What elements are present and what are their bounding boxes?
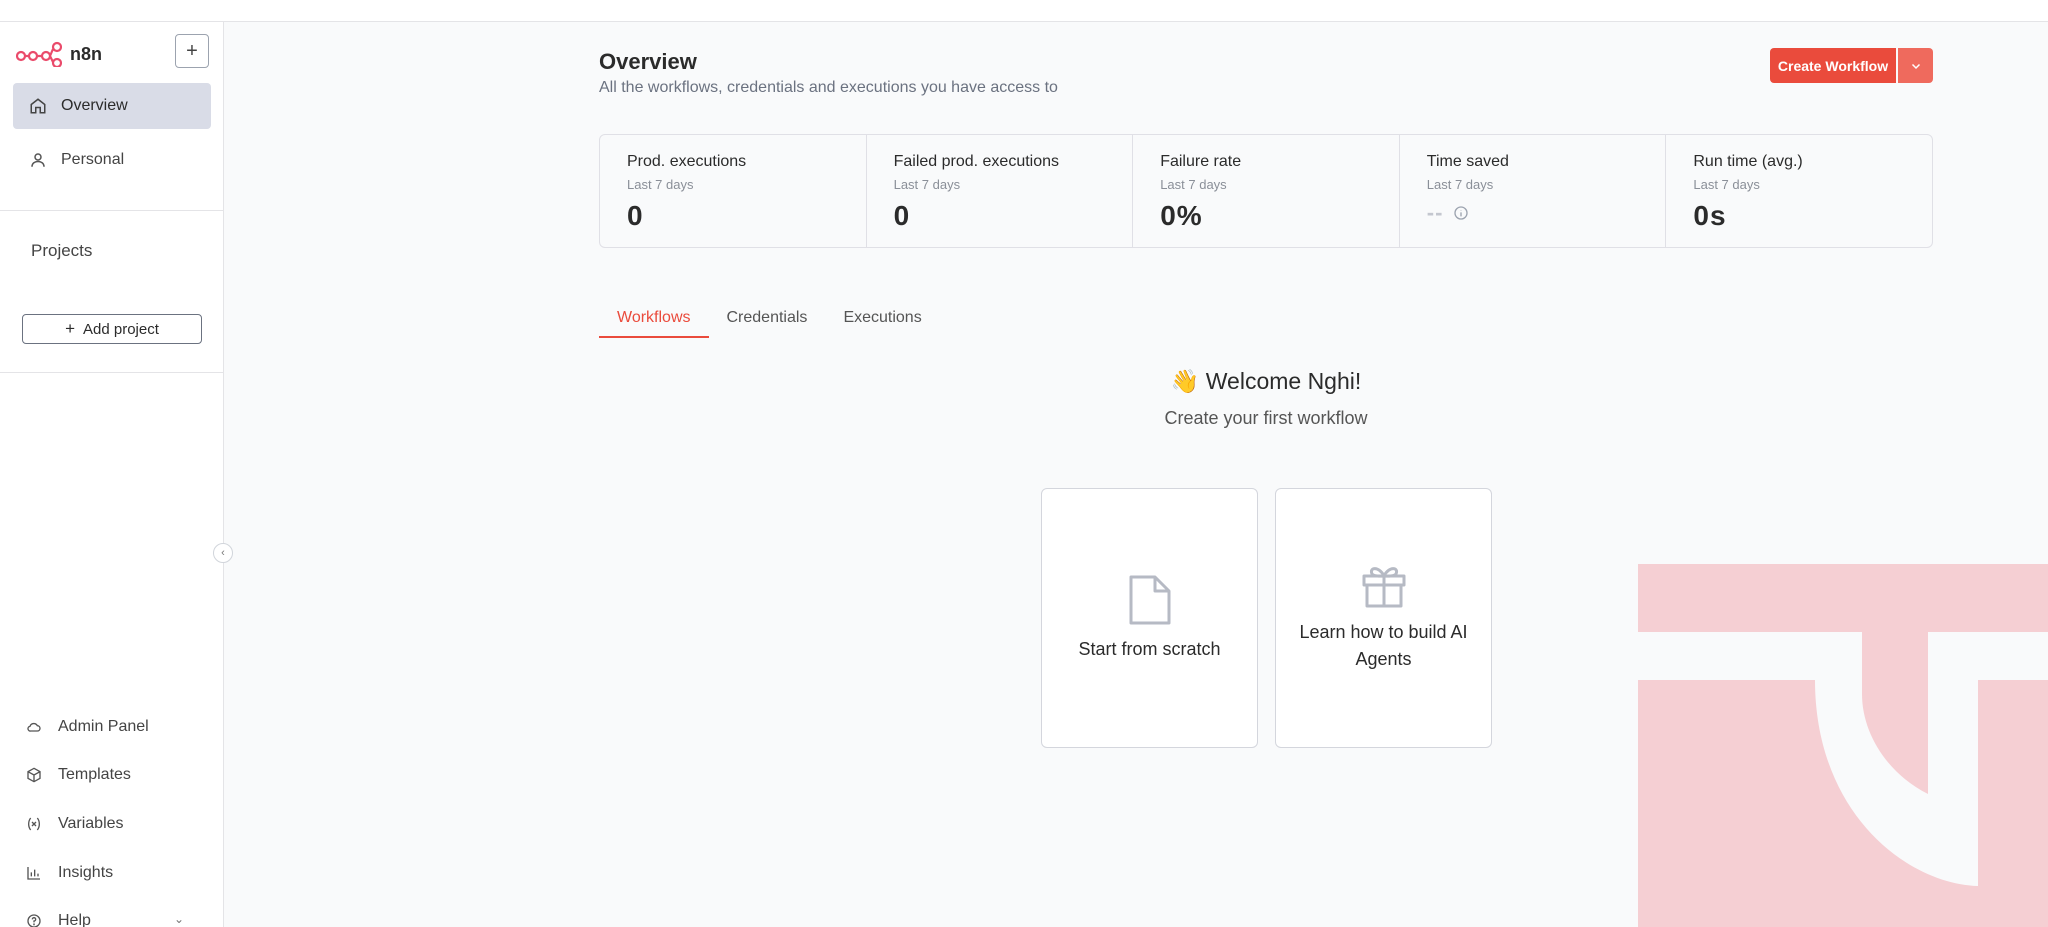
stat-label: Time saved: [1426, 153, 1509, 170]
stat-time-saved[interactable]: Time saved Last 7 days --: [1400, 135, 1667, 247]
stat-failed-prod-executions[interactable]: Failed prod. executions Last 7 days 0: [867, 135, 1134, 247]
info-icon[interactable]: [1453, 205, 1469, 221]
add-project-label: Add project: [83, 320, 159, 338]
app-name: n8n: [70, 43, 103, 64]
plus-icon: +: [65, 319, 76, 338]
file-icon: [1129, 575, 1170, 624]
card-label: Learn how to build AI Agents: [1299, 622, 1468, 669]
tab-workflows[interactable]: Workflows: [599, 306, 709, 338]
sidebar-item-variables[interactable]: Variables: [26, 812, 124, 836]
create-workflow-button[interactable]: Create Workflow: [1770, 48, 1896, 83]
sidebar: n8n + Overview Personal Projects + Add p…: [0, 22, 233, 927]
learn-ai-agents-card[interactable]: Learn how to build AI Agents: [1275, 488, 1492, 748]
stat-value: 0s: [1693, 200, 1727, 231]
create-workflow-dropdown[interactable]: [1898, 48, 1933, 83]
cloud-icon: [27, 722, 41, 732]
chevron-down-icon[interactable]: ⌄: [174, 912, 184, 926]
stat-label: Failure rate: [1160, 153, 1242, 170]
gift-icon: [1362, 567, 1405, 608]
card-label: Start from scratch: [1078, 638, 1221, 659]
page-subtitle: All the workflows, credentials and execu…: [599, 79, 1058, 96]
stat-value: --: [1426, 200, 1444, 225]
chevron-left-icon: ‹: [221, 547, 225, 559]
stat-period: Last 7 days: [893, 177, 961, 192]
stat-period: Last 7 days: [1693, 177, 1760, 192]
stat-period: Last 7 days: [627, 177, 694, 192]
welcome-title: Welcome Nghi!: [1205, 368, 1362, 394]
page-title: Overview: [599, 49, 697, 74]
tab-credentials[interactable]: Credentials: [709, 306, 826, 338]
home-icon: [30, 98, 46, 114]
sidebar-item-label: Templates: [58, 766, 131, 783]
user-icon: [31, 153, 45, 167]
sidebar-item-label: Insights: [58, 864, 114, 881]
stat-value: 0: [893, 200, 911, 231]
chart-icon: [27, 867, 40, 880]
tab-executions[interactable]: Executions: [825, 306, 939, 338]
stat-period: Last 7 days: [1426, 177, 1494, 192]
projects-heading: Projects: [31, 241, 93, 260]
start-from-scratch-card[interactable]: Start from scratch: [1041, 488, 1258, 748]
stat-prod-executions[interactable]: Prod. executions Last 7 days 0: [600, 135, 867, 247]
welcome-heading: 👋 Welcome Nghi!: [1000, 368, 1532, 395]
create-button[interactable]: +: [175, 34, 209, 68]
tab-bar: Workflows Credentials Executions: [599, 306, 940, 340]
sidebar-item-insights[interactable]: Insights: [26, 861, 113, 885]
sidebar-item-label: Help: [58, 912, 91, 927]
sidebar-item-overview[interactable]: Overview: [13, 83, 211, 129]
sidebar-item-label: Overview: [61, 97, 128, 114]
watermark-logo-icon: [1638, 564, 2048, 927]
collapse-sidebar-button[interactable]: ‹: [213, 543, 233, 563]
add-project-button[interactable]: + Add project: [22, 314, 202, 344]
divider: [0, 210, 223, 211]
sidebar-item-templates[interactable]: Templates: [26, 763, 131, 787]
sidebar-item-label: Admin Panel: [58, 718, 149, 735]
help-icon: [27, 914, 41, 927]
stat-value: 0: [627, 200, 644, 231]
box-icon: [27, 767, 41, 783]
sidebar-item-label: Variables: [58, 815, 124, 832]
sidebar-item-help[interactable]: Help: [26, 909, 91, 927]
stat-failure-rate[interactable]: Failure rate Last 7 days 0%: [1133, 135, 1400, 247]
stat-value: 0%: [1160, 200, 1203, 231]
welcome-subtitle: Create your first workflow: [1164, 408, 1368, 428]
sidebar-item-label: Personal: [61, 151, 125, 168]
stat-value-row: --: [1427, 200, 1666, 226]
variable-icon: [28, 817, 40, 831]
n8n-logo-icon: [16, 41, 62, 67]
plus-icon: +: [186, 39, 198, 62]
stat-label: Failed prod. executions: [893, 153, 1060, 170]
watermark-logo: [1638, 564, 2048, 927]
chevron-down-icon: [1911, 63, 1920, 69]
stat-label: Run time (avg.): [1693, 153, 1803, 170]
top-bar: [0, 0, 2048, 22]
stat-run-time[interactable]: Run time (avg.) Last 7 days 0s: [1666, 135, 1932, 247]
stat-label: Prod. executions: [627, 153, 747, 170]
wave-emoji: 👋: [1170, 368, 1200, 394]
divider: [0, 372, 223, 373]
insights-summary: Prod. executions Last 7 days 0 Failed pr…: [599, 134, 1933, 248]
sidebar-item-personal[interactable]: Personal: [13, 137, 211, 183]
sidebar-item-admin-panel[interactable]: Admin Panel: [26, 715, 149, 739]
stat-period: Last 7 days: [1160, 177, 1227, 192]
